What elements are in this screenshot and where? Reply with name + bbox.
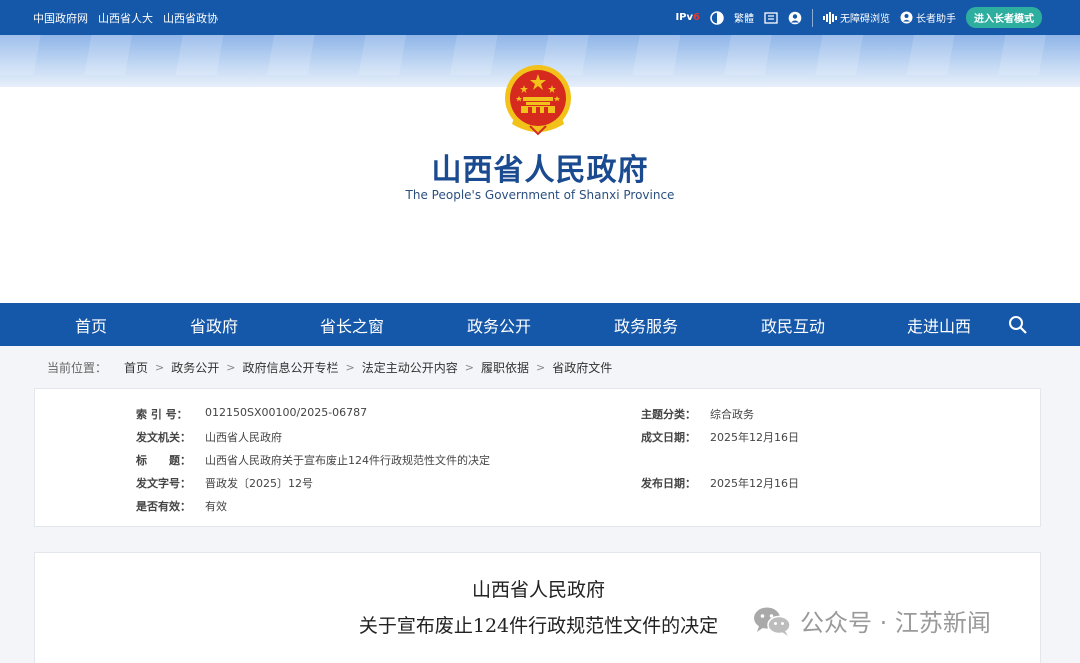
crumb-info-column[interactable]: 政府信息公开专栏 (242, 359, 338, 376)
crumb-provincial-docs[interactable]: 省政府文件 (552, 359, 612, 376)
nav-provincial-gov[interactable]: 省政府 (147, 313, 281, 337)
index-number-value: 012150SX00100/2025-06787 (205, 406, 368, 419)
sound-wave-icon (823, 11, 837, 24)
contrast-toggle[interactable] (710, 10, 724, 25)
document-number-label: 发文字号： (136, 477, 191, 490)
top-tools: IPv6 繁體 无障碍浏览 长者助手 进入长者模式 (675, 7, 1042, 28)
written-date-label: 成文日期： (641, 431, 696, 444)
document-info-card: 索 引 号： 012150SX00100/2025-06787 主题分类： 综合… (34, 388, 1041, 527)
title-label: 标 题： (136, 454, 191, 467)
top-links: 中国政府网 山西省人大 山西省政协 (33, 10, 218, 26)
elder-mode-button[interactable]: 进入长者模式 (966, 7, 1042, 28)
traditional-chinese-toggle[interactable]: 繁體 (734, 10, 754, 25)
barrier-free-label: 无障碍浏览 (840, 14, 890, 25)
user-login-button[interactable] (788, 11, 802, 25)
chevron-right-icon: > (464, 361, 474, 374)
search-icon[interactable] (1008, 315, 1028, 335)
chevron-right-icon: > (345, 361, 355, 374)
validity-value: 有效 (205, 500, 227, 513)
top-utility-bar: 中国政府网 山西省人大 山西省政协 IPv6 繁體 无障碍浏览 长者助手 进入长… (0, 0, 1080, 35)
nav-gov-services[interactable]: 政务服务 (575, 313, 717, 337)
reader-icon (764, 11, 778, 24)
topic-value: 综合政务 (710, 408, 754, 421)
index-number-label: 索 引 号： (136, 408, 188, 421)
link-shanxi-cppcc[interactable]: 山西省政协 (163, 10, 218, 26)
issuing-authority-label: 发文机关： (136, 431, 191, 444)
publish-date-label: 发布日期： (641, 477, 696, 490)
barrier-free-button[interactable]: 无障碍浏览 (823, 10, 890, 25)
title-value: 山西省人民政府关于宣布废止124件行政规范性文件的决定 (205, 454, 490, 467)
nav-home[interactable]: 首页 (35, 313, 147, 337)
watermark-text: 公众号 · 江苏新闻 (800, 609, 991, 637)
crumb-duty-basis[interactable]: 履职依据 (481, 359, 529, 376)
assistant-icon (900, 11, 913, 24)
wechat-watermark: 公众号 · 江苏新闻 (752, 603, 991, 638)
crumb-home[interactable]: 首页 (124, 359, 148, 376)
breadcrumb-label: 当前位置： (47, 361, 108, 375)
governor-assistant-button[interactable]: 长者助手 (900, 10, 956, 25)
chevron-right-icon: > (535, 361, 546, 374)
nav-interaction[interactable]: 政民互动 (717, 313, 869, 337)
site-header: 山西省人民政府 The People's Government of Shanx… (0, 65, 1080, 303)
ipv6-suffix: 6 (693, 12, 700, 23)
publish-date-value: 2025年12月16日 (710, 477, 799, 490)
nav-governor-window[interactable]: 省长之窗 (281, 313, 423, 337)
nav-about-shanxi[interactable]: 走进山西 (869, 313, 1009, 337)
chevron-right-icon: > (226, 361, 236, 374)
written-date-value: 2025年12月16日 (710, 431, 799, 444)
ipv6-prefix: IPv (675, 12, 694, 23)
chevron-right-icon: > (155, 361, 165, 374)
issuing-authority-value: 山西省人民政府 (205, 431, 282, 444)
reading-mode-button[interactable] (764, 11, 778, 24)
wechat-icon (754, 607, 791, 636)
contrast-icon (710, 10, 724, 25)
tools-divider (812, 8, 813, 27)
link-gov-cn[interactable]: 中国政府网 (33, 10, 88, 26)
site-subtitle: The People's Government of Shanxi Provin… (405, 188, 675, 202)
topic-label: 主题分类： (641, 408, 696, 421)
traditional-label: 繁體 (734, 14, 754, 25)
document-number-value: 晋政发〔2025〕12号 (205, 477, 313, 490)
main-nav: 首页 省政府 省长之窗 政务公开 政务服务 政民互动 走进山西 (0, 303, 1080, 346)
site-title: 山西省人民政府 (431, 153, 649, 188)
nav-gov-affairs-open[interactable]: 政务公开 (423, 313, 575, 337)
document-issuer-heading: 山西省人民政府 (471, 579, 605, 601)
breadcrumb: 当前位置： 首页 > 政务公开 > 政府信息公开专栏 > 法定主动公开内容 > … (47, 359, 612, 376)
governor-assistant-label: 长者助手 (916, 14, 956, 25)
national-emblem-icon (505, 65, 571, 136)
user-icon (788, 11, 802, 24)
crumb-gov-affairs[interactable]: 政务公开 (171, 359, 219, 376)
ipv6-badge: IPv6 (675, 12, 700, 23)
crumb-statutory-content[interactable]: 法定主动公开内容 (362, 359, 458, 376)
link-shanxi-npc[interactable]: 山西省人大 (98, 10, 153, 26)
validity-label: 是否有效： (136, 500, 191, 513)
page: 中国政府网 山西省人大 山西省政协 IPv6 繁體 无障碍浏览 长者助手 进入长… (0, 0, 1080, 663)
